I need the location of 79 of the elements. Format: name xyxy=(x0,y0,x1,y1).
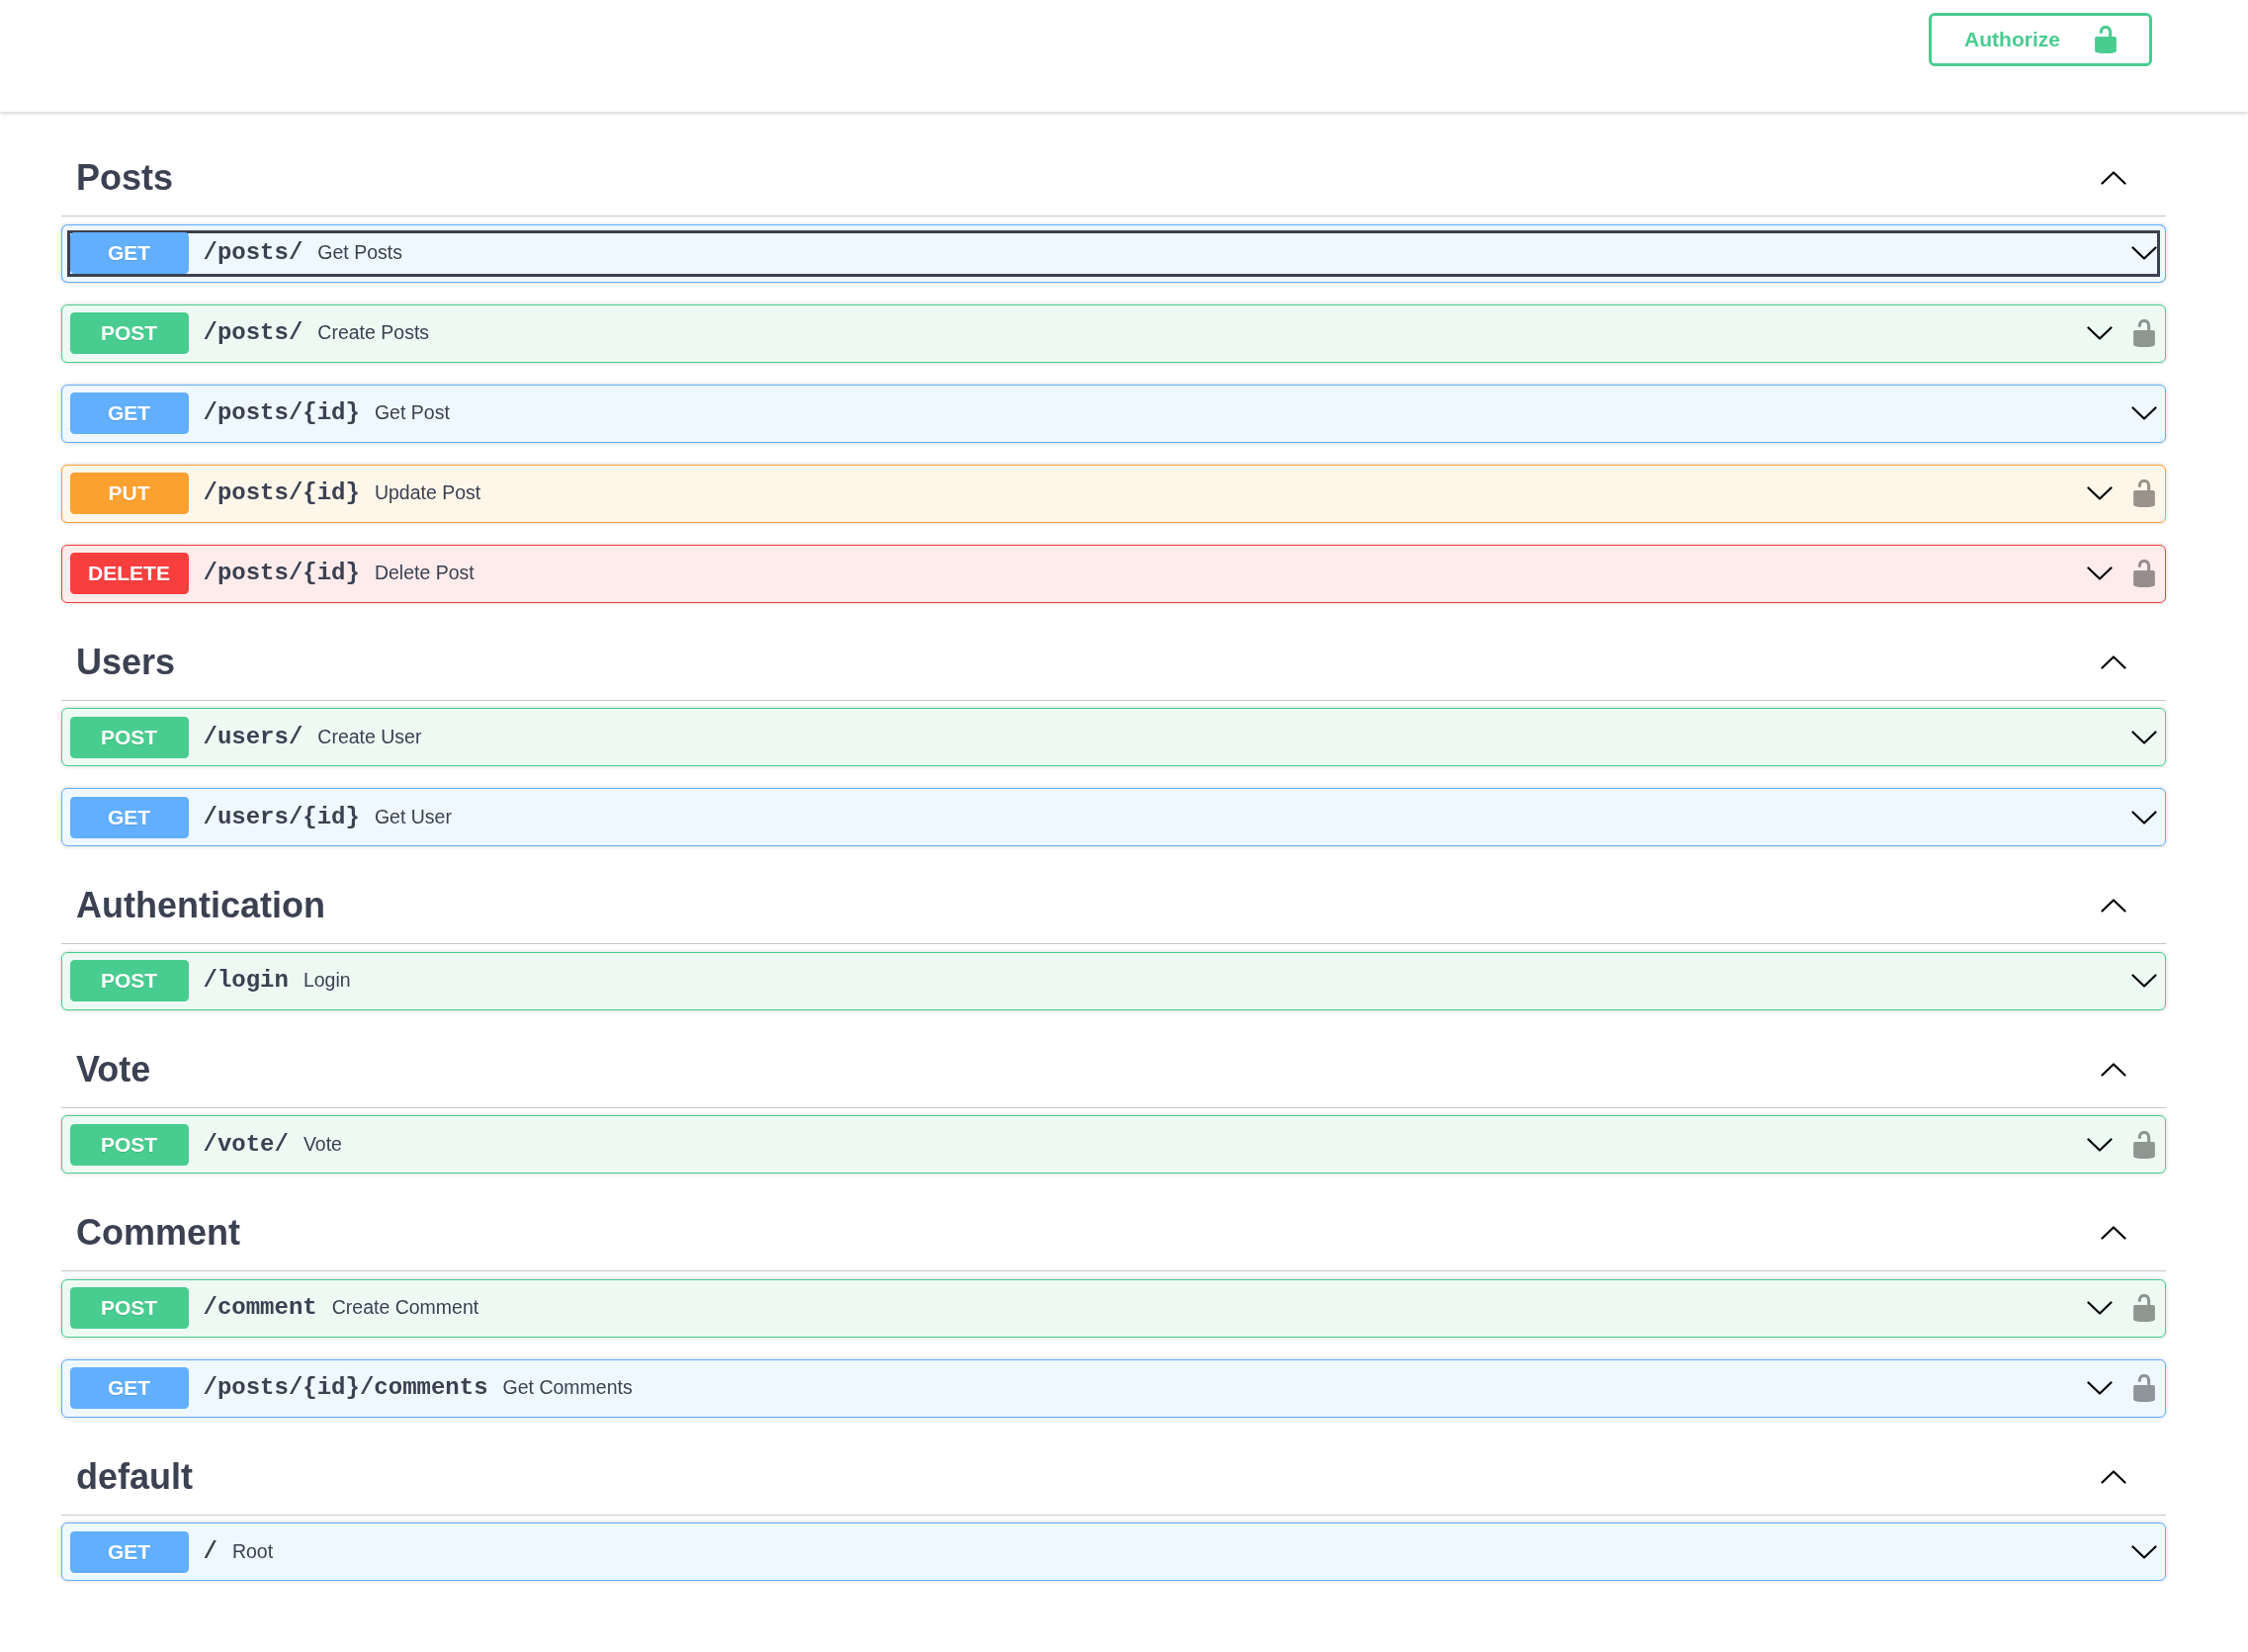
method-tag: GET xyxy=(69,796,189,838)
endpoint-summary: Get Comments xyxy=(502,1375,633,1401)
endpoint-path: /users/ xyxy=(202,722,304,752)
chevron-up-icon[interactable] xyxy=(2101,1469,2126,1484)
method-tag: GET xyxy=(69,1367,189,1409)
endpoint-path: /users/{id} xyxy=(202,802,361,832)
endpoint-row[interactable]: POST /users/ Create User xyxy=(61,708,2166,766)
chevron-down-icon[interactable] xyxy=(2130,730,2157,744)
endpoint-row[interactable]: GET /posts/{id}/comments Get Comments xyxy=(61,1358,2166,1418)
endpoint-path: /posts/{id} xyxy=(202,559,361,588)
endpoint-summary: Get Post xyxy=(374,400,450,426)
endpoint-row[interactable]: GET / Root xyxy=(61,1522,2166,1581)
method-tag: GET xyxy=(69,232,189,274)
chevron-down-icon[interactable] xyxy=(2130,974,2157,988)
chevron-down-icon[interactable] xyxy=(2086,1301,2113,1315)
endpoint-path: /posts/{id}/comments xyxy=(202,1373,489,1403)
section-title[interactable]: default xyxy=(76,1453,193,1500)
section-title[interactable]: Users xyxy=(76,639,176,685)
lock-icon[interactable] xyxy=(2132,1374,2155,1402)
chevron-down-icon[interactable] xyxy=(2130,246,2157,260)
endpoint-row[interactable]: POST /vote/ Vote xyxy=(61,1115,2166,1174)
endpoint-summary: Vote xyxy=(303,1131,342,1157)
endpoint-row[interactable]: GET /posts/{id} Get Post xyxy=(61,384,2166,443)
lock-icon[interactable] xyxy=(2132,319,2155,347)
endpoint-summary: Root xyxy=(231,1538,274,1564)
endpoint-row[interactable]: GET /posts/ Get Posts xyxy=(61,223,2166,283)
endpoint-summary: Update Post xyxy=(374,480,481,506)
section-title[interactable]: Vote xyxy=(76,1046,151,1092)
chevron-down-icon[interactable] xyxy=(2130,810,2157,825)
chevron-down-icon[interactable] xyxy=(2086,566,2113,580)
method-tag: POST xyxy=(69,716,189,758)
endpoint-path: / xyxy=(202,1536,218,1567)
endpoint-row[interactable]: GET /users/{id} Get User xyxy=(61,788,2166,846)
endpoint-row[interactable]: DELETE /posts/{id} Delete Post xyxy=(61,544,2166,603)
lock-icon[interactable] xyxy=(2132,1294,2155,1322)
method-tag: POST xyxy=(69,1123,189,1166)
method-tag: GET xyxy=(69,392,189,434)
endpoint-summary: Get Posts xyxy=(317,240,402,266)
section-title[interactable]: Comment xyxy=(76,1210,240,1256)
lock-icon[interactable] xyxy=(2132,1130,2155,1159)
method-tag: POST xyxy=(69,1287,189,1329)
chevron-down-icon[interactable] xyxy=(2086,1137,2113,1152)
endpoint-path: /posts/{id} xyxy=(202,478,361,508)
endpoint-path: /posts/ xyxy=(202,318,304,348)
method-tag: POST xyxy=(69,960,189,1001)
section-title[interactable]: Posts xyxy=(76,155,174,201)
endpoint-path: /comment xyxy=(202,1293,318,1323)
lock-icon[interactable] xyxy=(2132,560,2155,587)
chevron-up-icon[interactable] xyxy=(2101,171,2126,185)
endpoint-path: /posts/ xyxy=(202,238,304,268)
chevron-up-icon[interactable] xyxy=(2101,1062,2126,1077)
endpoint-summary: Create Comment xyxy=(331,1295,479,1321)
endpoint-path: /vote/ xyxy=(202,1129,290,1160)
chevron-up-icon[interactable] xyxy=(2101,1226,2126,1240)
endpoint-row[interactable]: POST /posts/ Create Posts xyxy=(61,304,2166,363)
endpoint-summary: Create Posts xyxy=(317,320,430,346)
endpoint-path: /login xyxy=(202,966,290,996)
endpoint-row[interactable]: POST /login Login xyxy=(61,951,2166,1010)
chevron-down-icon[interactable] xyxy=(2086,326,2113,340)
lock-icon[interactable] xyxy=(2132,479,2155,507)
method-tag: GET xyxy=(69,1530,189,1573)
endpoint-summary: Get User xyxy=(374,804,452,829)
lock-icon xyxy=(2094,26,2117,53)
method-tag: PUT xyxy=(69,473,189,514)
endpoint-summary: Delete Post xyxy=(374,561,475,586)
chevron-down-icon[interactable] xyxy=(2130,406,2157,420)
chevron-down-icon[interactable] xyxy=(2130,1544,2157,1559)
endpoint-path: /posts/{id} xyxy=(202,398,361,428)
method-tag: POST xyxy=(69,312,189,354)
endpoint-row[interactable]: PUT /posts/{id} Update Post xyxy=(61,464,2166,523)
method-tag: DELETE xyxy=(69,553,189,594)
endpoint-row[interactable]: POST /comment Create Comment xyxy=(61,1278,2166,1338)
chevron-up-icon[interactable] xyxy=(2101,899,2126,913)
chevron-up-icon[interactable] xyxy=(2101,654,2126,669)
section-title[interactable]: Authentication xyxy=(76,883,325,928)
endpoint-summary: Login xyxy=(303,968,351,994)
chevron-down-icon[interactable] xyxy=(2086,486,2113,500)
endpoint-summary: Create User xyxy=(317,724,422,749)
chevron-down-icon[interactable] xyxy=(2086,1381,2113,1395)
